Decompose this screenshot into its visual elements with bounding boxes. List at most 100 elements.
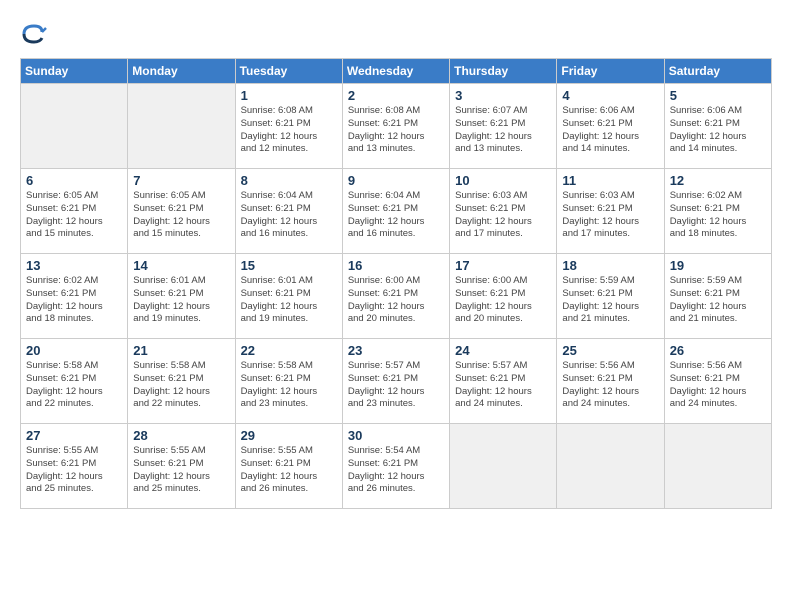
calendar-cell: 8 Sunrise: 6:04 AM Sunset: 6:21 PM Daylig… — [235, 169, 342, 254]
day-number: 4 — [562, 88, 658, 103]
day-info: Sunrise: 5:55 AM Sunset: 6:21 PM Dayligh… — [26, 445, 122, 496]
day-info: Sunrise: 6:04 AM Sunset: 6:21 PM Dayligh… — [348, 190, 444, 241]
calendar-cell: 22 Sunrise: 5:58 AM Sunset: 6:21 PM Dayli… — [235, 339, 342, 424]
calendar-cell — [557, 424, 664, 509]
calendar-cell: 29 Sunrise: 5:55 AM Sunset: 6:21 PM Dayli… — [235, 424, 342, 509]
calendar-week-2: 6 Sunrise: 6:05 AM Sunset: 6:21 PM Daylig… — [21, 169, 772, 254]
calendar-cell: 10 Sunrise: 6:03 AM Sunset: 6:21 PM Dayli… — [450, 169, 557, 254]
calendar-cell: 5 Sunrise: 6:06 AM Sunset: 6:21 PM Daylig… — [664, 84, 771, 169]
calendar-cell: 30 Sunrise: 5:54 AM Sunset: 6:21 PM Dayli… — [342, 424, 449, 509]
day-number: 10 — [455, 173, 551, 188]
calendar-cell: 6Sunrise: 6:05 AM Sunset: 6:21 PM Daylig… — [21, 169, 128, 254]
calendar-cell: 15 Sunrise: 6:01 AM Sunset: 6:21 PM Dayli… — [235, 254, 342, 339]
day-number: 19 — [670, 258, 766, 273]
calendar-cell: 16 Sunrise: 6:00 AM Sunset: 6:21 PM Dayli… — [342, 254, 449, 339]
calendar-cell — [450, 424, 557, 509]
calendar-cell: 28Sunrise: 5:55 AM Sunset: 6:21 PM Dayli… — [128, 424, 235, 509]
calendar-cell: 13 Sunrise: 6:02 AM Sunset: 6:21 PM Dayli… — [21, 254, 128, 339]
calendar-cell: 23Sunrise: 5:57 AM Sunset: 6:21 PM Dayli… — [342, 339, 449, 424]
day-info: Sunrise: 6:00 AM Sunset: 6:21 PM Dayligh… — [455, 275, 551, 326]
calendar-cell: 17 Sunrise: 6:00 AM Sunset: 6:21 PM Dayli… — [450, 254, 557, 339]
day-number: 24 — [455, 343, 551, 358]
day-info: Sunrise: 6:07 AM Sunset: 6:21 PM Dayligh… — [455, 105, 551, 156]
calendar-cell: 3 Sunrise: 6:07 AM Sunset: 6:21 PM Daylig… — [450, 84, 557, 169]
logo — [20, 20, 52, 48]
day-number: 17 — [455, 258, 551, 273]
weekday-header-saturday: Saturday — [664, 59, 771, 84]
day-info: Sunrise: 5:57 AM Sunset: 6:21 PM Dayligh… — [455, 360, 551, 411]
day-number: 15 — [241, 258, 337, 273]
day-info: Sunrise: 5:56 AM Sunset: 6:21 PM Dayligh… — [562, 360, 658, 411]
day-info: Sunrise: 5:59 AM Sunset: 6:21 PM Dayligh… — [670, 275, 766, 326]
day-number: 7 — [133, 173, 229, 188]
day-info: Sunrise: 6:00 AM Sunset: 6:21 PM Dayligh… — [348, 275, 444, 326]
calendar-cell: 14 Sunrise: 6:01 AM Sunset: 6:21 PM Dayli… — [128, 254, 235, 339]
day-number: 21 — [133, 343, 229, 358]
calendar-cell: 26 Sunrise: 5:56 AM Sunset: 6:21 PM Dayli… — [664, 339, 771, 424]
calendar-cell — [128, 84, 235, 169]
calendar-cell: 11Sunrise: 6:03 AM Sunset: 6:21 PM Dayli… — [557, 169, 664, 254]
day-info: Sunrise: 5:55 AM Sunset: 6:21 PM Dayligh… — [133, 445, 229, 496]
weekday-header-monday: Monday — [128, 59, 235, 84]
day-number: 29 — [241, 428, 337, 443]
day-info: Sunrise: 6:02 AM Sunset: 6:21 PM Dayligh… — [670, 190, 766, 241]
day-number: 23 — [348, 343, 444, 358]
calendar-cell: 21Sunrise: 5:58 AM Sunset: 6:21 PM Dayli… — [128, 339, 235, 424]
day-number: 6 — [26, 173, 122, 188]
day-number: 27 — [26, 428, 122, 443]
day-number: 2 — [348, 88, 444, 103]
day-number: 30 — [348, 428, 444, 443]
day-info: Sunrise: 6:06 AM Sunset: 6:21 PM Dayligh… — [670, 105, 766, 156]
day-info: Sunrise: 5:55 AM Sunset: 6:21 PM Dayligh… — [241, 445, 337, 496]
day-info: Sunrise: 5:58 AM Sunset: 6:21 PM Dayligh… — [26, 360, 122, 411]
day-number: 20 — [26, 343, 122, 358]
weekday-header-thursday: Thursday — [450, 59, 557, 84]
day-number: 18 — [562, 258, 658, 273]
day-info: Sunrise: 6:08 AM Sunset: 6:21 PM Dayligh… — [241, 105, 337, 156]
day-info: Sunrise: 6:02 AM Sunset: 6:21 PM Dayligh… — [26, 275, 122, 326]
calendar-cell: 7 Sunrise: 6:05 AM Sunset: 6:21 PM Daylig… — [128, 169, 235, 254]
day-info: Sunrise: 6:05 AM Sunset: 6:21 PM Dayligh… — [133, 190, 229, 241]
calendar-cell — [664, 424, 771, 509]
day-info: Sunrise: 6:03 AM Sunset: 6:21 PM Dayligh… — [562, 190, 658, 241]
weekday-header-sunday: Sunday — [21, 59, 128, 84]
calendar-week-3: 13 Sunrise: 6:02 AM Sunset: 6:21 PM Dayli… — [21, 254, 772, 339]
day-number: 26 — [670, 343, 766, 358]
day-info: Sunrise: 5:54 AM Sunset: 6:21 PM Dayligh… — [348, 445, 444, 496]
day-number: 1 — [241, 88, 337, 103]
calendar-cell: 18 Sunrise: 5:59 AM Sunset: 6:21 PM Dayli… — [557, 254, 664, 339]
calendar-cell: 20 Sunrise: 5:58 AM Sunset: 6:21 PM Dayli… — [21, 339, 128, 424]
logo-icon — [20, 20, 48, 48]
day-number: 5 — [670, 88, 766, 103]
weekday-header-wednesday: Wednesday — [342, 59, 449, 84]
day-info: Sunrise: 5:59 AM Sunset: 6:21 PM Dayligh… — [562, 275, 658, 326]
calendar-cell: 24 Sunrise: 5:57 AM Sunset: 6:21 PM Dayli… — [450, 339, 557, 424]
day-number: 3 — [455, 88, 551, 103]
day-number: 13 — [26, 258, 122, 273]
calendar-cell: 27 Sunrise: 5:55 AM Sunset: 6:21 PM Dayli… — [21, 424, 128, 509]
day-info: Sunrise: 6:01 AM Sunset: 6:21 PM Dayligh… — [241, 275, 337, 326]
calendar-table: SundayMondayTuesdayWednesdayThursdayFrid… — [20, 58, 772, 509]
calendar-cell: 25 Sunrise: 5:56 AM Sunset: 6:21 PM Dayli… — [557, 339, 664, 424]
day-number: 8 — [241, 173, 337, 188]
day-number: 16 — [348, 258, 444, 273]
day-number: 22 — [241, 343, 337, 358]
day-number: 12 — [670, 173, 766, 188]
day-info: Sunrise: 6:03 AM Sunset: 6:21 PM Dayligh… — [455, 190, 551, 241]
header — [20, 20, 772, 48]
day-info: Sunrise: 5:56 AM Sunset: 6:21 PM Dayligh… — [670, 360, 766, 411]
day-number: 14 — [133, 258, 229, 273]
calendar-cell: 4Sunrise: 6:06 AM Sunset: 6:21 PM Daylig… — [557, 84, 664, 169]
day-info: Sunrise: 6:01 AM Sunset: 6:21 PM Dayligh… — [133, 275, 229, 326]
day-info: Sunrise: 6:04 AM Sunset: 6:21 PM Dayligh… — [241, 190, 337, 241]
calendar-cell: 12 Sunrise: 6:02 AM Sunset: 6:21 PM Dayli… — [664, 169, 771, 254]
calendar-cell: 9Sunrise: 6:04 AM Sunset: 6:21 PM Daylig… — [342, 169, 449, 254]
weekday-header-friday: Friday — [557, 59, 664, 84]
calendar-cell: 2Sunrise: 6:08 AM Sunset: 6:21 PM Daylig… — [342, 84, 449, 169]
day-info: Sunrise: 5:58 AM Sunset: 6:21 PM Dayligh… — [241, 360, 337, 411]
weekday-header-row: SundayMondayTuesdayWednesdayThursdayFrid… — [21, 59, 772, 84]
calendar-cell: 1 Sunrise: 6:08 AM Sunset: 6:21 PM Daylig… — [235, 84, 342, 169]
calendar-week-1: 1 Sunrise: 6:08 AM Sunset: 6:21 PM Daylig… — [21, 84, 772, 169]
day-number: 25 — [562, 343, 658, 358]
weekday-header-tuesday: Tuesday — [235, 59, 342, 84]
